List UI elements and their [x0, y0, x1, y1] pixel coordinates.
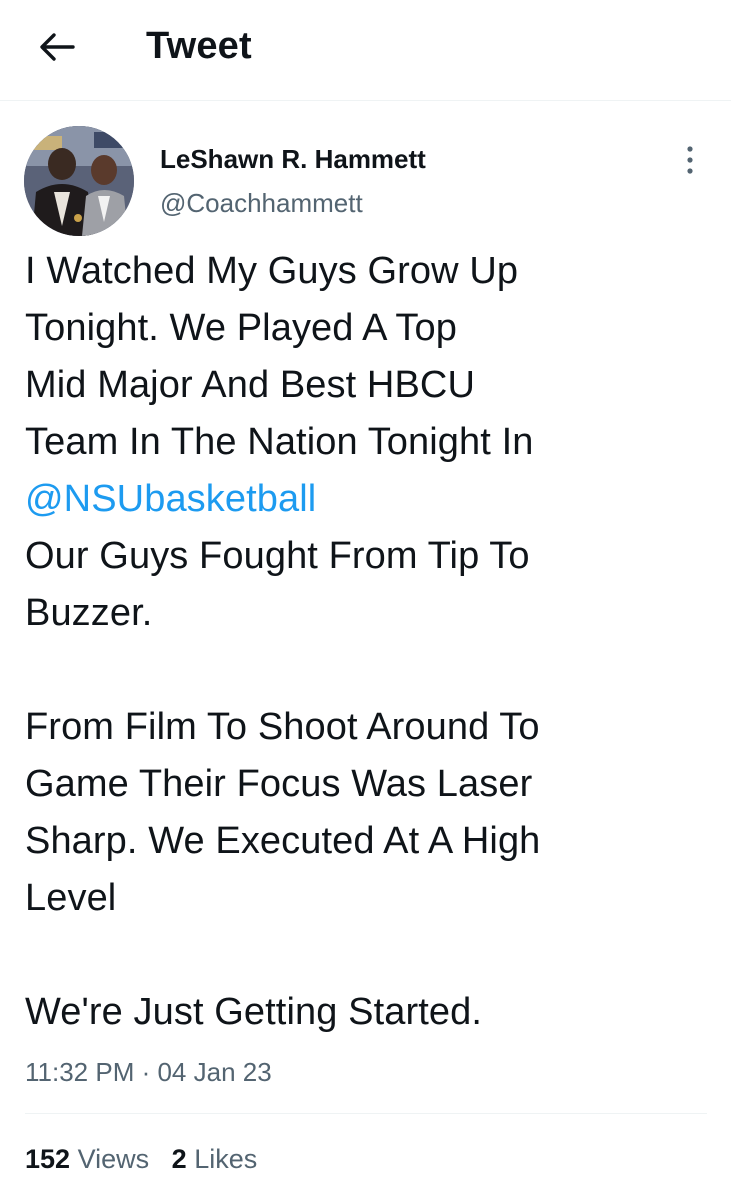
tweet-line: From Film To Shoot Around To: [25, 706, 540, 748]
tweet-line: Mid Major And Best HBCU: [25, 364, 476, 406]
likes-label: Likes: [194, 1144, 258, 1174]
divider: [25, 1113, 707, 1114]
tweet-line: Our Guys Fought From Tip To: [25, 535, 530, 577]
tweet-line: Level: [25, 877, 117, 919]
tweet-stats: 152 Views 2 Likes: [25, 1140, 257, 1178]
tweet-line: Sharp. We Executed At A High: [25, 820, 541, 862]
author-name[interactable]: LeShawn R. Hammett: [160, 142, 426, 176]
views-stat[interactable]: 152 Views: [25, 1144, 149, 1174]
tweet-line: Game Their Focus Was Laser: [25, 763, 533, 805]
likes-stat[interactable]: 2 Likes: [172, 1144, 258, 1174]
avatar[interactable]: [24, 126, 134, 236]
more-options-button[interactable]: [672, 140, 708, 180]
tweet-line: Team In The Nation Tonight In: [25, 421, 534, 463]
likes-count: 2: [171, 1144, 187, 1174]
tweet-line: Tonight. We Played A Top: [25, 307, 457, 349]
tweet-line: I Watched My Guys Grow Up: [25, 250, 519, 292]
more-vertical-icon: [687, 146, 693, 174]
tweet-line: We're Just Getting Started.: [25, 991, 483, 1033]
views-label: Views: [77, 1144, 150, 1174]
mention-link[interactable]: @NSUbasketball: [25, 471, 715, 528]
back-button[interactable]: [30, 20, 84, 74]
arrow-left-icon: [40, 33, 75, 61]
views-count: 152: [25, 1144, 71, 1174]
author-handle[interactable]: @Coachhammett: [160, 186, 363, 220]
tweet-timestamp[interactable]: 11:32 PM · 04 Jan 23: [25, 1053, 272, 1091]
tweet-text: I Watched My Guys Grow Up Tonight. We Pl…: [25, 243, 715, 1041]
page-title: Tweet: [146, 25, 252, 67]
top-bar: Tweet: [0, 0, 731, 101]
tweet-line: Buzzer.: [25, 592, 153, 634]
profile-photo: [24, 126, 134, 236]
